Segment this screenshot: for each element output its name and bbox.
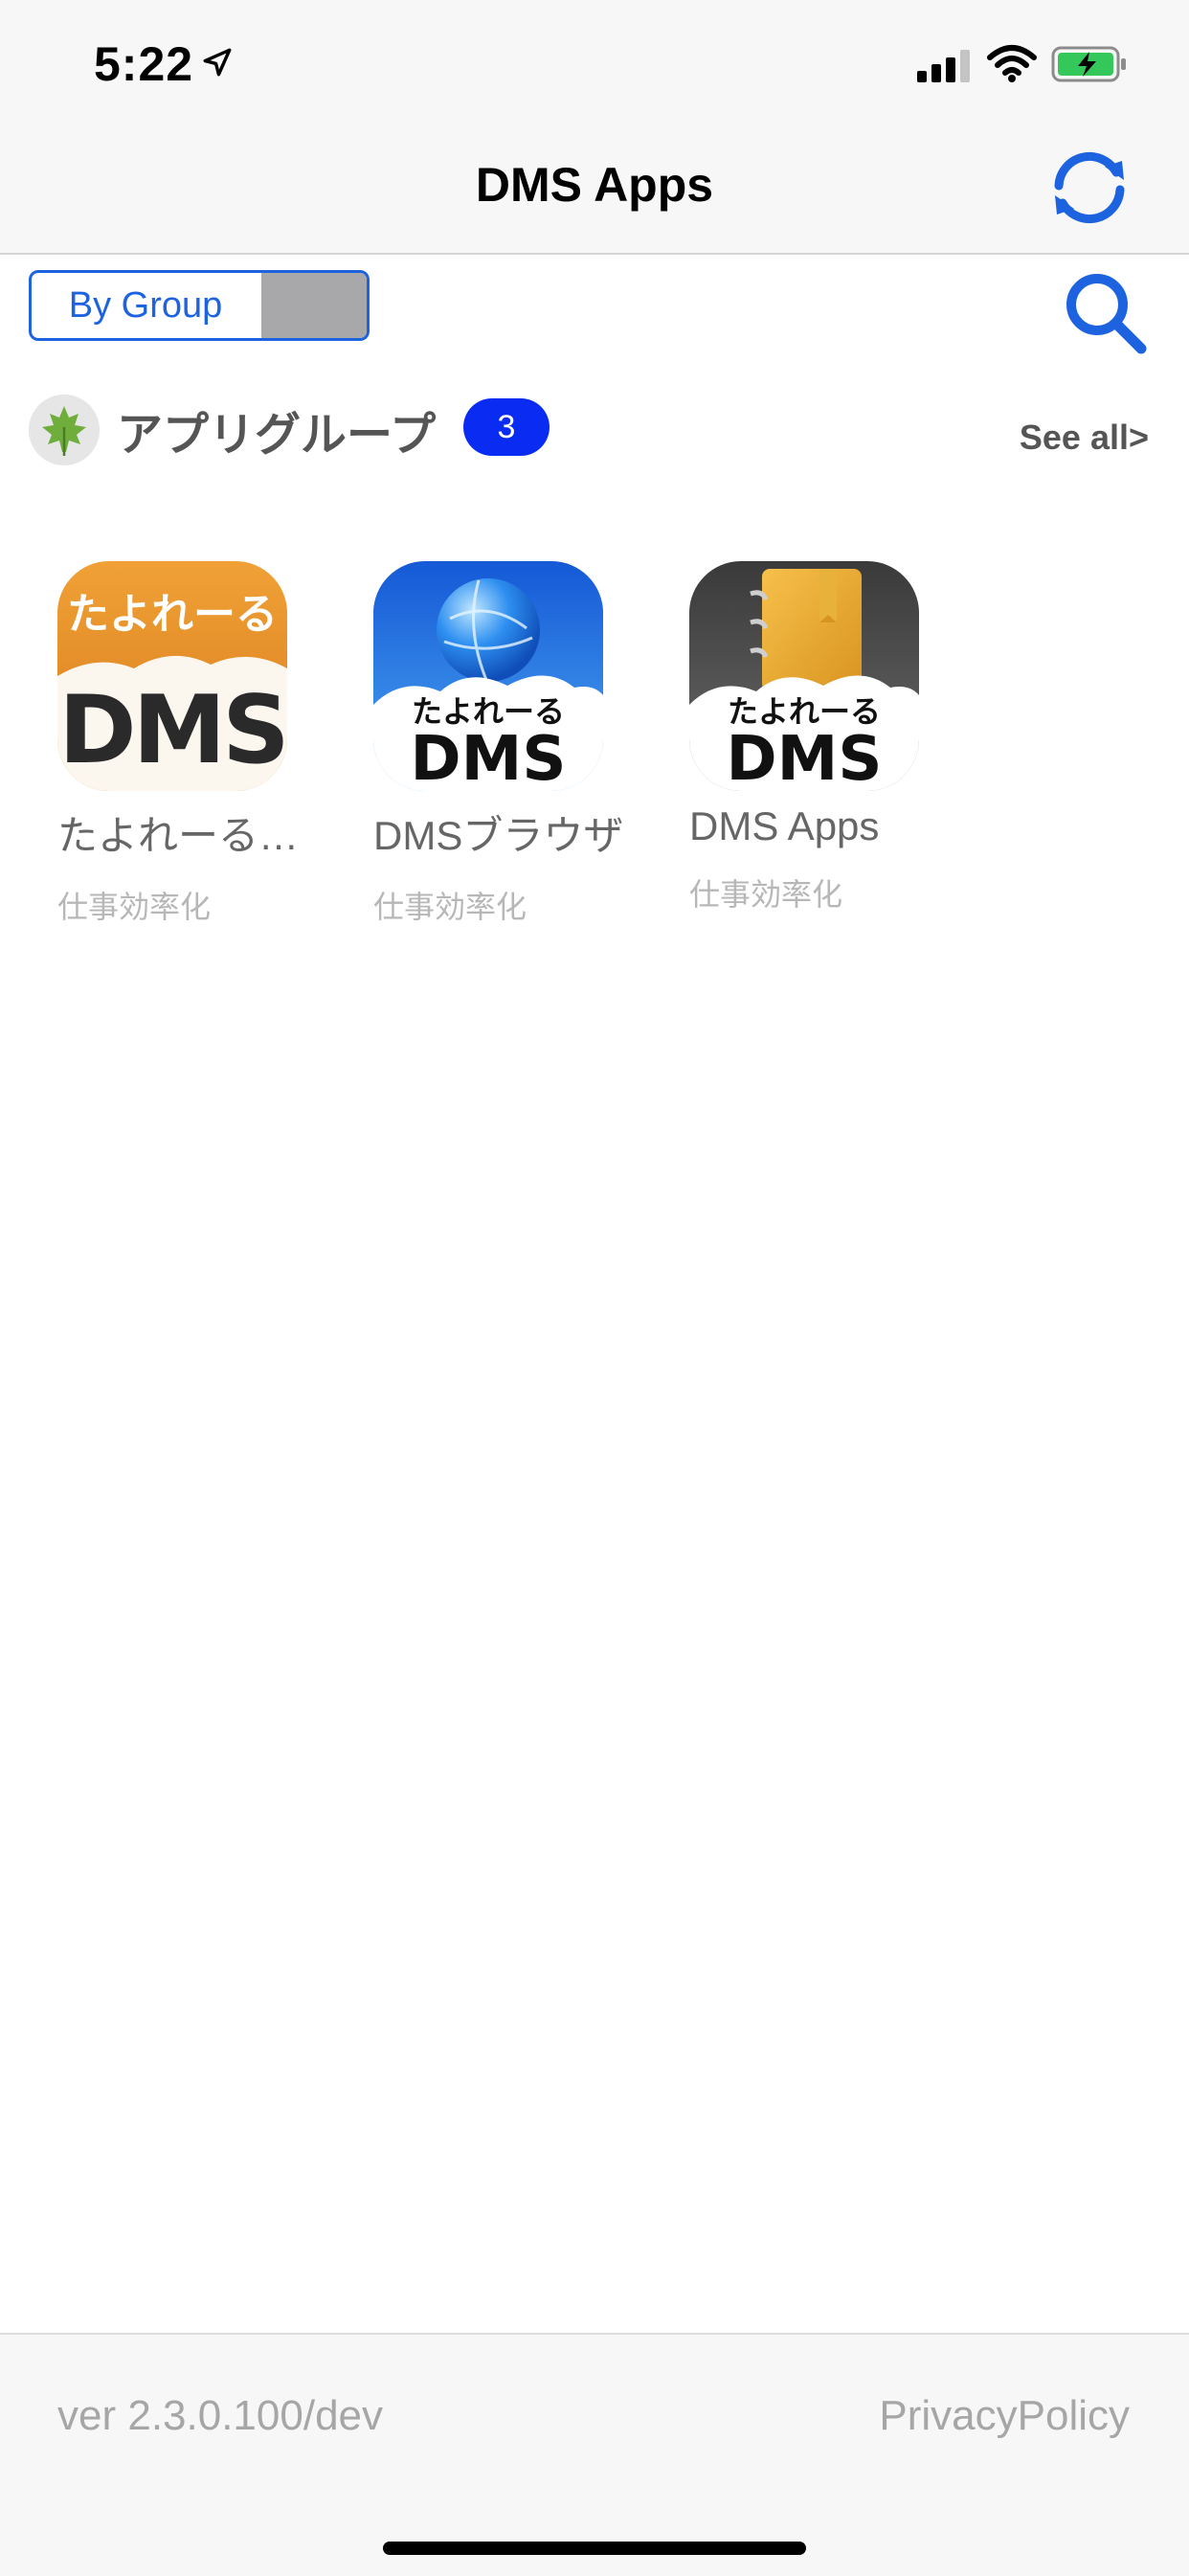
refresh-button[interactable] <box>1045 149 1133 226</box>
app-name[interactable]: DMS Apps <box>689 803 957 849</box>
see-all-link[interactable]: See all> <box>1020 418 1149 458</box>
refresh-icon <box>1054 151 1125 224</box>
battery-charging-icon <box>1051 46 1126 82</box>
dms-apps-notebook-icon: たよれーる DMS <box>689 561 919 795</box>
app-name[interactable]: たよれーる… <box>57 803 325 862</box>
group-title: アプリグループ <box>117 410 437 461</box>
status-time: 5:22 <box>94 37 194 91</box>
footer: ver 2.3.0.100/dev PrivacyPolicy <box>0 2333 1189 2576</box>
icon-main-text: DMS <box>411 724 567 791</box>
app-name[interactable]: DMSブラウザ <box>373 803 641 862</box>
app-category: 仕事効率化 <box>689 877 843 912</box>
app-category: 仕事効率化 <box>57 890 212 924</box>
segment-unselected[interactable] <box>261 273 367 338</box>
search-button[interactable] <box>1063 270 1149 356</box>
wifi-icon <box>987 45 1037 82</box>
cellular-signal-icon <box>917 50 970 82</box>
page-title: DMS Apps <box>475 158 714 212</box>
location-arrow-icon <box>203 48 232 77</box>
segment-by-group[interactable]: By Group <box>32 273 259 338</box>
app-tile-dms-apps[interactable]: たよれーる DMS DMS Apps 仕事効率化 <box>689 561 976 915</box>
icon-top-text: たよれーる <box>67 590 278 639</box>
tayoreru-dms-orange-icon: たよれーる DMS <box>57 561 290 791</box>
icon-main-text: DMS <box>727 724 883 791</box>
top-bar: 5:22 DMS Apps <box>0 0 1189 255</box>
maple-leaf-icon <box>29 395 100 465</box>
search-icon <box>1066 274 1147 354</box>
version-label: ver 2.3.0.100/dev <box>57 2392 384 2439</box>
dms-browser-globe-icon: たよれーる DMS <box>373 561 603 795</box>
group-count-badge: 3 <box>463 398 550 456</box>
privacy-policy-link[interactable]: PrivacyPolicy <box>879 2392 1130 2440</box>
app-tile-dms-browser[interactable]: たよれーる DMS DMSブラウザ 仕事効率化 <box>373 561 661 927</box>
app-tile-tayoreru[interactable]: たよれーる DMS たよれーる… 仕事効率化 <box>57 561 345 927</box>
group-filter-segment[interactable]: By Group <box>29 270 370 341</box>
icon-main-text: DMS <box>58 676 285 785</box>
app-category: 仕事効率化 <box>373 890 527 924</box>
home-indicator[interactable] <box>383 2542 806 2555</box>
